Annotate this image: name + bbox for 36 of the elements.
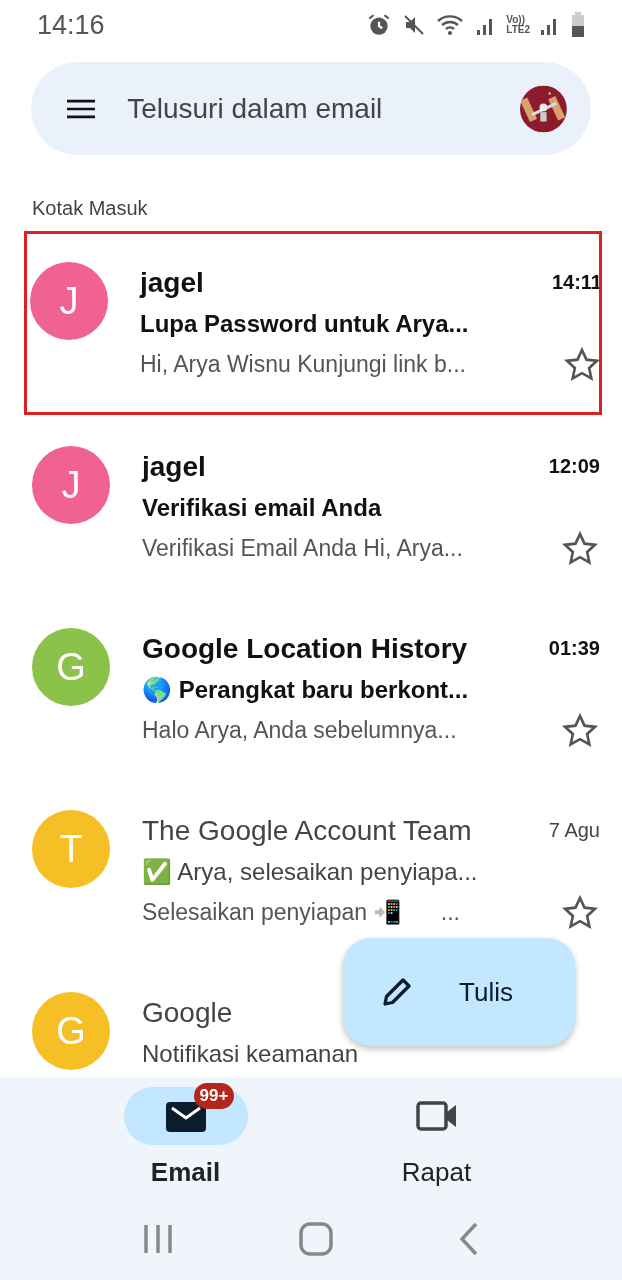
email-time: 7 Agu — [548, 819, 600, 842]
battery-icon — [570, 12, 586, 38]
unread-count-badge: 99+ — [193, 1083, 235, 1109]
mail-icon — [165, 1100, 206, 1132]
email-snippet: Hi, Arya Wisnu Kunjungi link b... — [140, 351, 466, 378]
email-subject: Verifikasi email Anda — [142, 493, 382, 522]
sender-name: Google Location History — [142, 632, 468, 665]
email-subject: Lupa Password untuk Arya... — [140, 309, 469, 338]
email-subject: ✅ Arya, selesaikan penyiapa... — [142, 857, 478, 886]
search-bar[interactable]: Telusuri dalam email — [31, 62, 591, 155]
email-time: 01:39 — [548, 637, 600, 660]
network-label: Vo)) LTE2 — [506, 15, 530, 35]
email-snippet: Selesaikan penyiapan 📲 ... — [142, 899, 460, 926]
back-icon[interactable] — [457, 1222, 480, 1256]
sender-avatar: J — [30, 262, 108, 340]
clock-time: 14:16 — [37, 9, 105, 41]
email-time: 14:11 — [551, 271, 602, 294]
sender-name: jagel — [140, 266, 204, 299]
email-subject: 🌎 Perangkat baru berkont... — [142, 675, 469, 704]
compose-button[interactable]: Tulis — [343, 938, 575, 1046]
sender-avatar: G — [32, 628, 110, 706]
home-icon[interactable] — [299, 1222, 333, 1256]
sender-name: The Google Account Team — [142, 814, 472, 847]
section-title: Kotak Masuk — [31, 196, 149, 221]
recent-apps-icon[interactable] — [142, 1223, 175, 1255]
video-camera-icon — [415, 1100, 458, 1132]
email-snippet: Halo Arya, Anda sebelumnya... — [142, 717, 457, 744]
sender-avatar: J — [32, 446, 110, 524]
nav-tab[interactable]: Rapat — [374, 1087, 499, 1188]
email-time: 12:09 — [548, 455, 600, 478]
search-field[interactable]: Telusuri dalam email — [125, 91, 491, 126]
email-snippet: Verifikasi Email Anda Hi, Arya... — [142, 535, 463, 562]
sender-avatar: T — [32, 810, 110, 888]
sender-name: Google — [142, 996, 233, 1029]
sender-name: jagel — [142, 450, 206, 483]
sender-avatar: G — [32, 992, 110, 1070]
